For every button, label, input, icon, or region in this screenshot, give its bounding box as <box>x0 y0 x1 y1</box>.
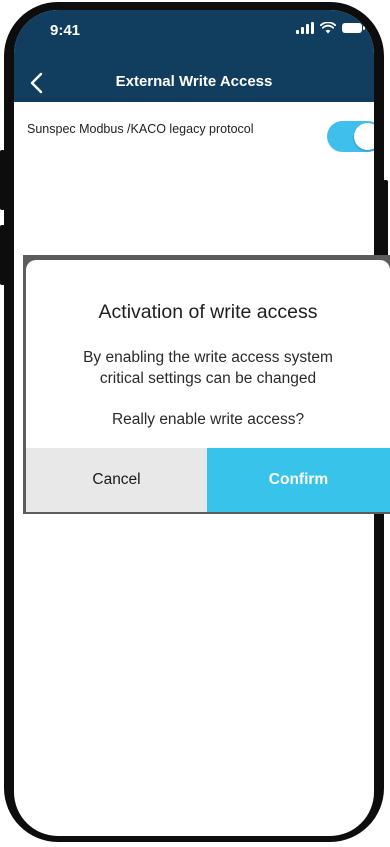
side-button <box>0 225 5 285</box>
setting-label: Sunspec Modbus /KACO legacy protocol <box>27 122 254 136</box>
setting-row-sunspec: Sunspec Modbus /KACO legacy protocol <box>14 102 374 152</box>
side-button <box>383 180 388 260</box>
write-access-dialog: Activation of write access By enabling t… <box>26 260 390 512</box>
dialog-question: Really enable write access? <box>111 411 305 428</box>
confirm-button[interactable]: Confirm <box>207 448 390 512</box>
dialog-message: By enabling the write access system crit… <box>83 349 333 387</box>
cancel-button[interactable]: Cancel <box>26 448 207 512</box>
side-button <box>0 150 5 210</box>
dialog-buttons: Cancel Confirm <box>26 448 390 512</box>
page-title: External Write Access <box>115 73 273 90</box>
toggle-knob <box>354 123 374 150</box>
signal-icon <box>296 22 314 34</box>
status-time: 9:41 <box>50 22 81 39</box>
dialog-title: Activation of write access <box>98 301 318 323</box>
status-icons <box>296 22 365 34</box>
battery-icon <box>342 23 365 33</box>
app-header: 9:41 External Write Access <box>14 10 374 102</box>
protocol-toggle[interactable] <box>327 121 374 152</box>
wifi-icon <box>320 22 336 34</box>
